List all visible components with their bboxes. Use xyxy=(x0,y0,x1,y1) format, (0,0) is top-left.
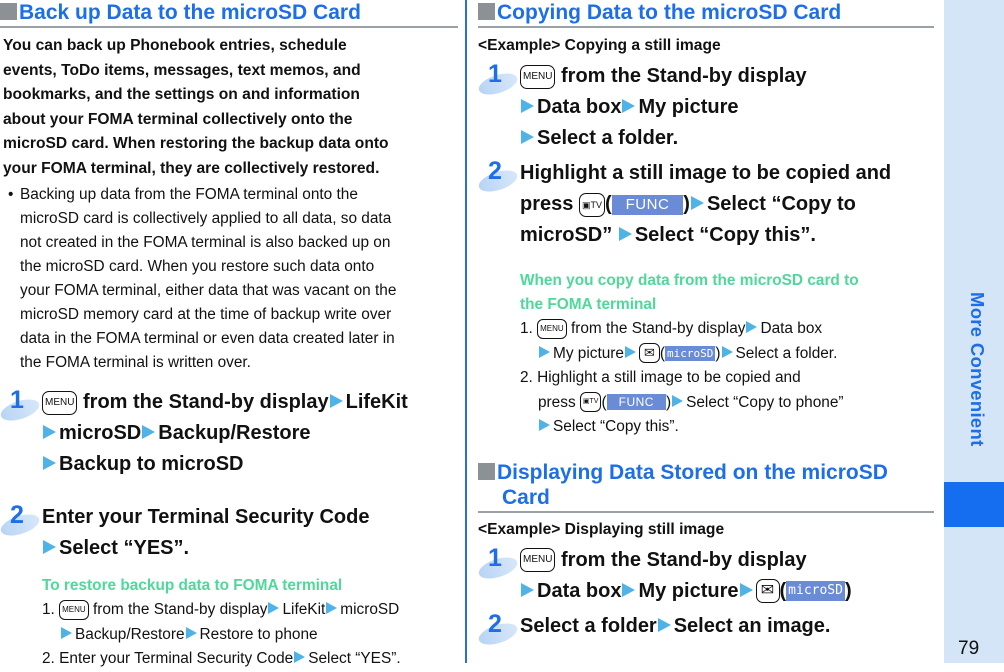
section-square-icon xyxy=(478,462,495,480)
arrow-icon xyxy=(622,99,636,113)
arrow-icon xyxy=(521,130,534,144)
left-column: Back up Data to the microSD Card You can… xyxy=(0,0,458,672)
menu-key-icon: MENU xyxy=(537,318,567,339)
arrow-icon xyxy=(43,456,56,470)
func-softkey: FUNC xyxy=(611,194,684,215)
display-example-label: <Example> Displaying still image xyxy=(478,520,725,538)
copy-back-heading: When you copy data from the microSD card… xyxy=(520,272,859,289)
mail-key-icon: ✉ xyxy=(755,579,780,604)
arrow-icon xyxy=(539,345,550,358)
arrow-icon xyxy=(329,394,343,408)
right-column: Copying Data to the microSD Card <Exampl… xyxy=(476,0,934,649)
arrow-icon xyxy=(326,602,338,614)
page-number: 79 xyxy=(958,638,980,659)
step-number-badge: 1 xyxy=(476,544,520,583)
copy-back-subsection: When you copy data from the microSD card… xyxy=(478,269,934,440)
step-number-badge: 2 xyxy=(476,157,520,196)
arrow-icon xyxy=(739,582,753,597)
microsd-softkey: microSD xyxy=(786,581,845,602)
camera-tv-key-icon: ▣TV xyxy=(578,192,605,217)
restore-line-2: 2. Enter your Terminal Security Code Sele… xyxy=(42,650,401,667)
section-title-copying: Copying Data to the microSD Card xyxy=(478,0,934,25)
chapter-marker xyxy=(944,482,1004,527)
copy-back-line-1: 1. MENU from the Stand-by display Data bo… xyxy=(520,318,838,364)
intro-paragraph: You can back up Phonebook entries, sched… xyxy=(3,37,389,177)
arrow-icon xyxy=(622,582,636,597)
arrow-icon xyxy=(185,626,197,639)
arrow-icon xyxy=(521,99,534,113)
arrow-icon xyxy=(625,345,636,358)
copy-back-line-2: 2. Highlight a still image to be copied … xyxy=(520,369,844,435)
arrow-icon xyxy=(746,321,758,333)
arrow-icon xyxy=(268,602,280,614)
copy-example-label: <Example> Copying a still image xyxy=(478,37,721,54)
menu-key-icon: MENU xyxy=(520,64,556,89)
menu-key-icon: MENU xyxy=(42,390,78,415)
backup-step-1: 1 MENU from the Stand-by display LifeKit … xyxy=(0,386,458,480)
section-title-displaying: Displaying Data Stored on the microSD Ca… xyxy=(478,460,934,510)
menu-key-icon: MENU xyxy=(520,548,556,573)
display-step-2: 2 Select a folder Select an image. xyxy=(476,610,934,649)
section-rule xyxy=(0,26,458,28)
column-divider xyxy=(465,0,467,663)
section-rule xyxy=(478,510,934,513)
section-square-icon xyxy=(0,3,17,20)
chapter-side-tab: More Convenient 79 xyxy=(944,0,1004,663)
display-step-1: 1 MENU from the Stand-by display Data bo… xyxy=(476,544,934,607)
arrow-icon xyxy=(521,582,534,597)
chapter-label: More Convenient xyxy=(967,292,988,447)
arrow-icon xyxy=(61,626,72,639)
arrow-icon xyxy=(43,425,56,439)
step-number-badge: 2 xyxy=(0,501,42,540)
restore-heading: To restore backup data to FOMA terminal xyxy=(42,577,343,594)
restore-subsection: To restore backup data to FOMA terminal … xyxy=(0,574,458,672)
section-square-icon xyxy=(478,3,495,20)
func-softkey: FUNC xyxy=(606,394,666,411)
step-number-badge: 1 xyxy=(476,60,520,99)
copy-step-1: 1 MENU from the Stand-by display Data bo… xyxy=(476,60,934,154)
arrow-icon xyxy=(672,394,684,407)
arrow-icon xyxy=(618,227,632,241)
microsd-softkey: microSD xyxy=(665,345,716,361)
copy-step-2: 2 Highlight a still image to be copied a… xyxy=(476,157,934,251)
arrow-icon xyxy=(657,617,671,632)
bullet-icon: • xyxy=(8,186,14,203)
step-number-badge: 2 xyxy=(476,610,520,649)
camera-tv-key-icon: ▣TV xyxy=(579,392,602,413)
restore-line-1: 1. MENU from the Stand-by display LifeKit… xyxy=(42,599,400,643)
step-number-badge: 1 xyxy=(0,386,42,425)
backup-step-2: 2 Enter your Terminal Security Code Sele… xyxy=(0,501,458,564)
section-rule xyxy=(478,26,934,28)
arrow-icon xyxy=(294,651,306,663)
note-bullet: • Backing up data from the FOMA terminal… xyxy=(8,183,458,375)
arrow-icon xyxy=(690,196,704,210)
menu-key-icon: MENU xyxy=(59,599,89,620)
arrow-icon xyxy=(43,540,56,554)
arrow-icon xyxy=(721,345,733,358)
arrow-icon xyxy=(539,419,550,431)
mail-key-icon: ✉ xyxy=(639,343,660,364)
arrow-icon xyxy=(142,425,156,439)
section-title-backup: Back up Data to the microSD Card xyxy=(0,0,458,25)
